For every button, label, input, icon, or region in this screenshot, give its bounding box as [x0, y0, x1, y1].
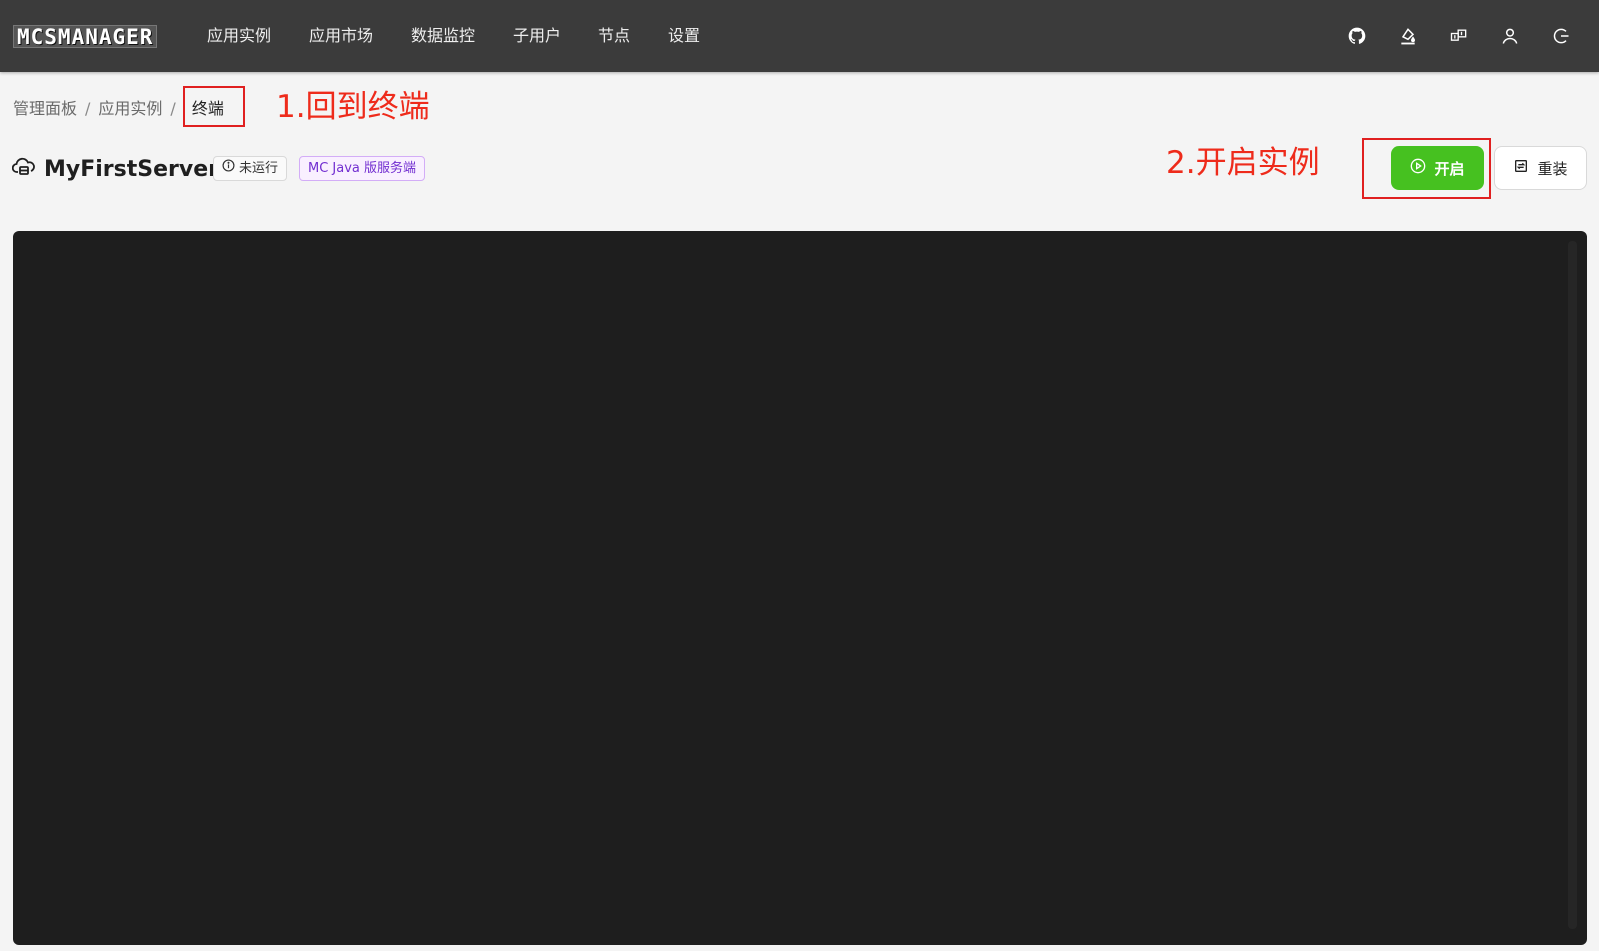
breadcrumb-separator: / — [85, 99, 91, 118]
nav-item-market[interactable]: 应用市场 — [309, 24, 373, 48]
cloud-server-icon — [11, 155, 36, 183]
instance-type-badge: MC Java 版服务端 — [299, 156, 426, 181]
start-instance-button[interactable]: 开启 — [1391, 146, 1484, 190]
annotation-step1: 1.回到终端 — [276, 89, 430, 125]
user-icon[interactable] — [1500, 26, 1520, 46]
play-circle-icon — [1410, 158, 1426, 178]
annotation-step2: 2.开启实例 — [1166, 145, 1320, 181]
logout-icon[interactable] — [1551, 26, 1571, 46]
info-circle-icon — [222, 157, 235, 180]
language-icon[interactable] — [1449, 26, 1469, 46]
start-button-label: 开启 — [1434, 159, 1465, 178]
nav-item-monitoring[interactable]: 数据监控 — [411, 24, 475, 48]
github-icon[interactable] — [1347, 26, 1367, 46]
reinstall-icon — [1513, 158, 1529, 178]
annotation-box-terminal — [183, 86, 245, 127]
breadcrumb-dashboard[interactable]: 管理面板 — [13, 97, 77, 121]
top-navigation-bar: MCSMANAGER 应用实例 应用市场 数据监控 子用户 节点 设置 — [0, 0, 1599, 72]
breadcrumb-instances[interactable]: 应用实例 — [98, 97, 162, 121]
terminal-console[interactable] — [13, 231, 1587, 945]
nav-item-instances[interactable]: 应用实例 — [207, 24, 271, 48]
instance-title: MyFirstServer — [11, 152, 219, 186]
status-badge: 未运行 — [213, 156, 288, 181]
terminal-scrollbar[interactable] — [1568, 241, 1577, 929]
nav-item-settings[interactable]: 设置 — [668, 24, 700, 48]
nav-item-nodes[interactable]: 节点 — [598, 24, 630, 48]
mcsmanager-logo[interactable]: MCSMANAGER — [13, 25, 158, 48]
reinstall-button-label: 重装 — [1537, 159, 1568, 178]
instance-name: MyFirstServer — [44, 156, 219, 182]
breadcrumb-separator: / — [170, 99, 176, 118]
reinstall-button[interactable]: 重装 — [1494, 146, 1587, 190]
nav-item-subusers[interactable]: 子用户 — [513, 24, 561, 48]
status-text: 未运行 — [239, 161, 279, 176]
theme-paint-icon[interactable] — [1398, 26, 1418, 46]
